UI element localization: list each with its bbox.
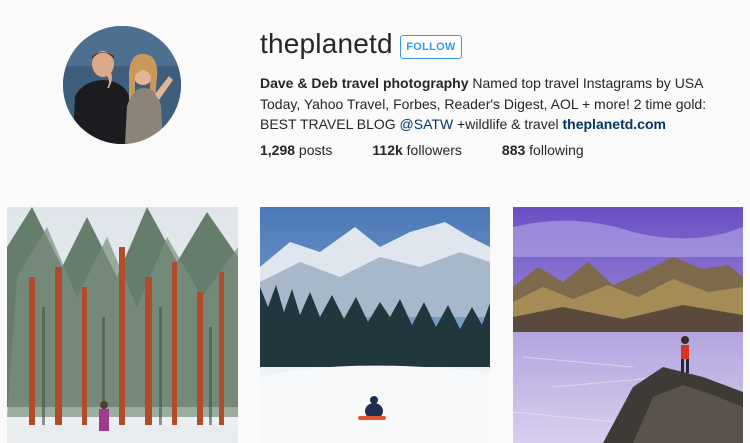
profile-username: theplanetd <box>260 28 393 59</box>
following-label: following <box>525 142 584 158</box>
profile-bio: Dave & Deb travel photography Named top … <box>260 73 710 135</box>
post-thumbnail-snowy-forest[interactable] <box>7 207 238 443</box>
followers-label: followers <box>402 142 462 158</box>
bio-text-part2: +wildlife & travel <box>453 116 563 132</box>
bio-website-link[interactable]: theplanetd.com <box>563 116 666 132</box>
posts-label: posts <box>295 142 333 158</box>
posts-count: 1,298 <box>260 142 296 158</box>
post-thumbnail-frozen-lake[interactable] <box>513 207 743 443</box>
post-thumbnail-snowy-mountains[interactable] <box>260 207 490 443</box>
avatar-photo <box>63 26 181 144</box>
following-count: 883 <box>501 142 526 158</box>
followers-stat[interactable]: 112k followers <box>372 142 462 158</box>
bio-mention[interactable]: @SATW <box>400 116 454 132</box>
following-stat[interactable]: 883 following <box>502 142 584 158</box>
follow-button[interactable]: FOLLOW <box>400 35 462 59</box>
posts-stat: 1,298 posts <box>260 142 332 158</box>
profile-stats: 1,298 posts 112k followers 883 following <box>260 142 624 158</box>
bio-full-name: Dave & Deb travel photography <box>260 75 469 91</box>
profile-avatar[interactable] <box>63 26 181 144</box>
followers-count: 112k <box>372 142 403 158</box>
post-image-forest <box>7 207 238 443</box>
post-image-lake <box>513 207 743 443</box>
post-image-mountains <box>260 207 490 443</box>
